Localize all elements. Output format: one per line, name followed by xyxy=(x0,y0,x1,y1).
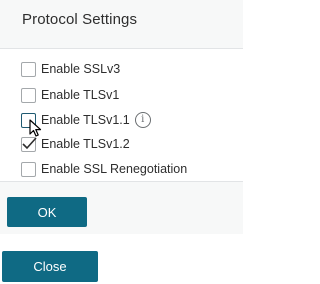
ok-button[interactable]: OK xyxy=(7,197,87,227)
checkbox-enable-tlsv1-2[interactable] xyxy=(21,136,37,152)
option-enable-sslv3[interactable]: Enable SSLv3 xyxy=(21,60,120,78)
checkbox-enable-sslv3[interactable] xyxy=(21,61,36,77)
protocol-options-list: Enable SSLv3 Enable TLSv1 Enable TLSv1.1… xyxy=(0,49,243,181)
panel-title: Protocol Settings xyxy=(22,11,138,28)
checkbox-enable-tlsv1-1[interactable] xyxy=(21,112,36,128)
checkbox-enable-tlsv1[interactable] xyxy=(21,87,36,103)
panel-header: Protocol Settings xyxy=(0,0,243,48)
checkbox-enable-ssl-renegotiation[interactable] xyxy=(21,161,36,177)
checkmark-icon xyxy=(22,136,37,149)
close-button[interactable]: Close xyxy=(2,251,98,282)
option-label: Enable SSLv3 xyxy=(41,62,121,76)
option-label: Enable TLSv1 xyxy=(41,88,120,102)
option-enable-tlsv1-2[interactable]: Enable TLSv1.2 xyxy=(21,135,130,153)
option-label: Enable TLSv1.2 xyxy=(41,137,130,151)
option-label: Enable TLSv1.1 xyxy=(41,113,130,127)
protocol-settings-panel: Protocol Settings Enable SSLv3 Enable TL… xyxy=(0,0,243,234)
info-icon[interactable]: i xyxy=(134,112,151,128)
option-enable-tlsv1[interactable]: Enable TLSv1 xyxy=(21,86,119,104)
protocol-settings-dialog: Protocol Settings Enable SSLv3 Enable TL… xyxy=(0,0,243,284)
option-enable-tlsv1-1[interactable]: Enable TLSv1.1 i xyxy=(21,111,151,129)
option-label: Enable SSL Renegotiation xyxy=(41,162,188,176)
option-enable-ssl-renegotiation[interactable]: Enable SSL Renegotiation xyxy=(21,160,187,178)
divider xyxy=(0,181,243,182)
